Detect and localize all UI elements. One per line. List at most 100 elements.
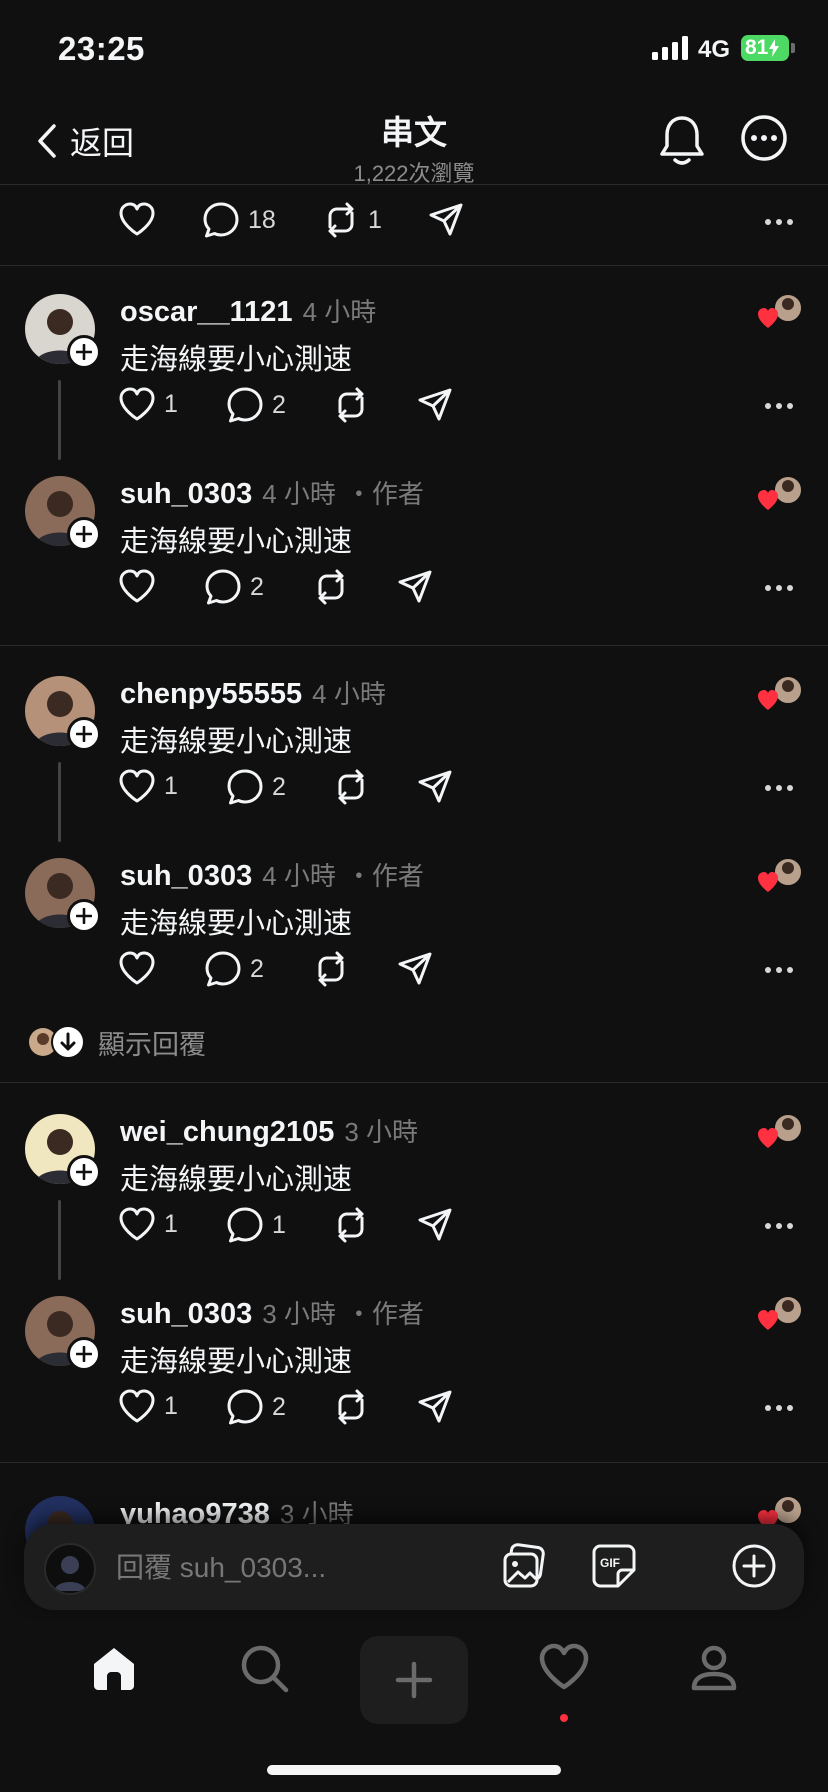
more-dots-icon (765, 1405, 793, 1411)
svg-text:GIF: GIF (600, 1556, 620, 1570)
username[interactable]: suh_0303 (120, 478, 252, 511)
reply-more-button[interactable] (764, 966, 794, 974)
author-liked-badge (758, 475, 803, 510)
repost-button[interactable]: 1 (322, 201, 382, 239)
heart-icon (119, 202, 155, 236)
reply-more-button[interactable] (764, 584, 794, 592)
repost-button[interactable] (312, 950, 350, 988)
main-post-actions: 18 1 (0, 185, 828, 266)
charging-icon (769, 39, 780, 57)
show-replies-button[interactable]: 顯示回覆 (28, 1022, 206, 1062)
reply-more-button[interactable] (764, 1404, 794, 1412)
reply-item[interactable]: wei_chung2105 3 小時 走海線要小心測速 1 1 (0, 1088, 828, 1280)
heart-icon (119, 769, 155, 803)
post-more-button[interactable] (764, 218, 794, 226)
reply-item[interactable]: suh_0303 4 小時 ・作者 走海線要小心測速 2 (0, 832, 828, 1014)
author-liked-badge (758, 857, 803, 892)
follow-button[interactable] (67, 899, 101, 933)
share-button[interactable] (416, 386, 454, 424)
share-button[interactable] (416, 1388, 454, 1426)
like-button[interactable]: 1 (118, 768, 178, 804)
tab-profile[interactable] (688, 1642, 740, 1694)
comment-button[interactable]: 2 (226, 1388, 286, 1426)
reply-item[interactable]: suh_0303 3 小時 ・作者 走海線要小心測速 1 2 (0, 1270, 828, 1452)
like-button[interactable]: 1 (118, 1206, 178, 1242)
reply-more-button[interactable] (764, 1222, 794, 1230)
home-icon (94, 1648, 134, 1690)
follow-button[interactable] (67, 717, 101, 751)
share-button[interactable] (416, 1206, 454, 1244)
reply-text: 走海線要小心測速 (120, 526, 353, 558)
plus-icon (76, 726, 92, 742)
author-tag: ・作者 (345, 1299, 424, 1329)
tab-search[interactable] (238, 1642, 290, 1694)
username[interactable]: suh_0303 (120, 1298, 252, 1331)
reply-item[interactable]: chenpy55555 4 小時 走海線要小心測速 1 2 (0, 650, 828, 842)
reply-item[interactable]: oscar__1121 4 小時 走海線要小心測速 1 2 (0, 268, 828, 460)
comment-icon (205, 951, 241, 987)
username[interactable]: wei_chung2105 (120, 1116, 334, 1149)
gif-sticker-icon: GIF (592, 1544, 636, 1588)
share-button[interactable] (416, 768, 454, 806)
username[interactable]: oscar__1121 (120, 296, 293, 329)
follow-button[interactable] (67, 1155, 101, 1189)
comment-button[interactable]: 1 (226, 1206, 286, 1244)
thread-line (58, 762, 61, 842)
repost-icon (318, 951, 344, 987)
comment-button[interactable]: 18 (202, 201, 276, 239)
share-button[interactable] (427, 201, 465, 239)
comment-button[interactable]: 2 (226, 768, 286, 806)
add-attachment-button[interactable] (730, 1542, 778, 1590)
comment-button[interactable]: 2 (204, 568, 264, 606)
notifications-button[interactable] (658, 114, 706, 166)
gif-button[interactable]: GIF (590, 1542, 638, 1590)
repost-button[interactable] (332, 1206, 370, 1244)
repost-button[interactable] (332, 386, 370, 424)
timestamp: 4 小時 (302, 297, 377, 327)
like-button[interactable] (118, 201, 156, 237)
reply-more-button[interactable] (764, 784, 794, 792)
username[interactable]: chenpy55555 (120, 678, 302, 711)
author-liked-badge (758, 293, 803, 328)
send-icon (398, 570, 432, 603)
like-button[interactable] (118, 568, 164, 604)
like-button[interactable]: 1 (118, 386, 178, 422)
follow-button[interactable] (67, 335, 101, 369)
comment-icon (203, 202, 239, 238)
follow-button[interactable] (67, 1337, 101, 1371)
like-button[interactable]: 1 (118, 1388, 178, 1424)
like-button[interactable] (118, 950, 164, 986)
reply-more-button[interactable] (764, 402, 794, 410)
username[interactable]: suh_0303 (120, 860, 252, 893)
plus-icon (76, 526, 92, 542)
share-button[interactable] (396, 568, 434, 606)
timestamp: 4 小時 (262, 861, 336, 891)
send-icon (418, 388, 452, 421)
heart-icon (119, 569, 155, 603)
more-circle-icon (741, 115, 787, 161)
repost-button[interactable] (332, 768, 370, 806)
repost-button[interactable] (312, 568, 350, 606)
repost-count: 1 (368, 205, 382, 234)
tab-new-post[interactable] (360, 1636, 468, 1724)
reply-input[interactable] (114, 1546, 558, 1590)
plus-icon (76, 344, 92, 360)
repost-button[interactable] (332, 1388, 370, 1426)
tab-home[interactable] (88, 1642, 140, 1694)
share-button[interactable] (396, 950, 434, 988)
comment-button[interactable]: 2 (226, 386, 286, 424)
more-options-button[interactable] (740, 114, 788, 162)
follow-button[interactable] (67, 517, 101, 551)
comment-count: 2 (250, 954, 264, 983)
author-liked-badge (758, 1113, 803, 1148)
battery-cap (791, 43, 795, 53)
tab-activity[interactable] (538, 1642, 590, 1692)
reply-text: 走海線要小心測速 (120, 726, 353, 758)
author-liked-badge (758, 1295, 803, 1330)
reply-item[interactable]: suh_0303 4 小時 ・作者 走海線要小心測速 2 (0, 450, 828, 632)
comment-button[interactable]: 2 (204, 950, 264, 988)
reply-text: 走海線要小心測速 (120, 908, 353, 940)
battery-indicator: 81 (741, 35, 789, 61)
attach-image-button[interactable] (500, 1542, 548, 1590)
comment-icon (205, 569, 241, 605)
